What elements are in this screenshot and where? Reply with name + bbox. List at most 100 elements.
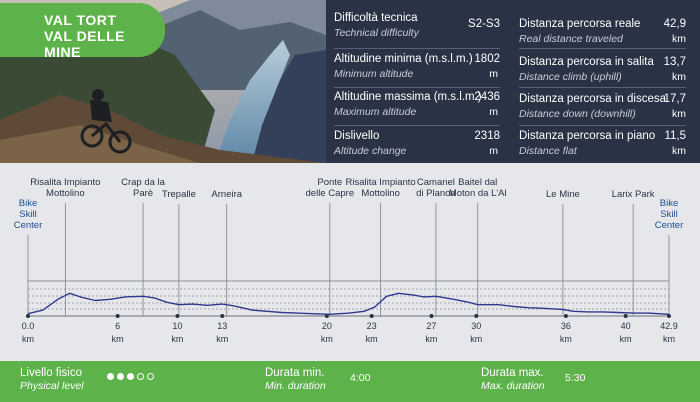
stat-sub: Distance down (downhill) (519, 108, 636, 120)
stat-sub: Technical difficulty (334, 27, 419, 39)
poi-label: Arneira (211, 189, 243, 200)
physical-level-sub: Physical level (20, 380, 84, 392)
stat-sub: Minimum altitude (334, 68, 414, 80)
stat-unit: km (672, 71, 686, 83)
divider (519, 48, 686, 49)
km-tick-dot (175, 314, 180, 318)
km-tick-dot (667, 314, 671, 318)
stat-sub: Distance flat (519, 145, 577, 157)
km-tick-value: 30 (471, 321, 482, 331)
stat-real-distance: Distanza percorsa reale Real distance tr… (519, 18, 686, 56)
km-tick-value: 0.0 (21, 321, 35, 331)
divider (334, 125, 500, 126)
km-tick-value: 6 (115, 321, 121, 331)
route-title-line2: VAL DELLE MINE (44, 28, 125, 60)
min-duration-sub: Min. duration (265, 380, 326, 392)
poi-label: Baitel dal Moton da L'Al (448, 177, 507, 199)
stat-label: Dislivello (334, 130, 380, 142)
poi-label: Bike Skill Center (13, 198, 43, 231)
physical-level-label: Livello fisico (20, 367, 82, 379)
km-tick-dot (474, 314, 479, 318)
km-tick-label: 20 km (321, 321, 333, 344)
poi-label: Le Mine (546, 189, 580, 200)
km-tick-value: 13 (217, 321, 228, 331)
km-tick-value: 36 (560, 321, 571, 331)
stat-sub: Real distance traveled (519, 33, 623, 45)
stat-value: 2436 (474, 91, 500, 103)
km-tick-label: 23 km (366, 321, 378, 344)
stat-uphill: Distanza percorsa in salita Distance cli… (519, 56, 686, 94)
km-tick-value: 20 (321, 321, 332, 331)
stat-unit: m (489, 68, 498, 80)
stat-label: Altitudine massima (m.s.l.m.) (334, 91, 482, 103)
km-tick-label: 27 km (425, 321, 437, 344)
max-duration-label: Durata max. (481, 367, 544, 379)
poi-label: Bike Skill Center (654, 198, 684, 231)
km-tick-dot (220, 314, 225, 318)
km-tick-label: 36 km (560, 321, 572, 344)
stat-value: 1802 (474, 53, 500, 65)
km-tick-label: 10 km (171, 321, 183, 344)
stat-value: S2-S3 (468, 18, 500, 30)
stats-panel: Difficoltà tecnica Technical difficulty … (326, 0, 700, 163)
stat-label: Distanza percorsa in salita (519, 56, 654, 68)
km-tick-dot (369, 314, 374, 318)
stat-value: 42,9 (663, 18, 686, 30)
km-tick-label: 0.0 km (22, 321, 35, 344)
km-tick-unit: km (619, 334, 632, 344)
km-tick-value: 10 (172, 321, 183, 331)
km-tick-label: 42.9 km (660, 321, 678, 344)
km-tick-value: 42.9 (660, 321, 678, 331)
km-tick-unit: km (470, 334, 483, 344)
stat-label: Distanza percorsa reale (519, 18, 641, 30)
stat-label: Distanza percorsa in piano (519, 130, 656, 142)
stat-min-altitude: Altitudine minima (m.s.l.m.) Minimum alt… (334, 53, 500, 91)
km-tick-dot (26, 314, 30, 318)
km-tick-unit: km (365, 334, 378, 344)
poi-label: Crap da la Parè (121, 177, 165, 199)
stat-value: 17,7 (663, 93, 686, 105)
elevation-profile: Bike Skill Center Risalita Impianto Mottolin… (0, 163, 700, 361)
km-tick-label: 30 km (470, 321, 482, 344)
footer-bar: Livello fisico Physical level Durata min… (0, 361, 700, 402)
max-duration-value: 5:30 (565, 372, 586, 384)
km-tick-dot (115, 314, 120, 318)
max-duration-sub: Max. duration (481, 380, 545, 392)
poi-label: Larix Park (611, 189, 655, 200)
poi-label: Trepalle (161, 189, 196, 200)
stat-value: 13,7 (663, 56, 686, 68)
km-tick-dot (563, 314, 568, 318)
stat-max-altitude: Altitudine massima (m.s.l.m.) Maximum al… (334, 91, 500, 129)
km-tick-unit: km (425, 334, 438, 344)
km-tick-unit: km (559, 334, 572, 344)
km-tick-value: 23 (366, 321, 377, 331)
min-duration-value: 4:00 (350, 372, 371, 384)
elevation-line (27, 292, 670, 315)
route-title: VAL TORT VAL DELLE MINE (0, 3, 165, 60)
km-tick-unit: km (111, 334, 124, 344)
stat-unit: m (489, 145, 498, 157)
stat-unit: km (672, 145, 686, 157)
stat-sub: Altitude change (334, 145, 407, 157)
stat-value: 2318 (474, 130, 500, 142)
km-tick-label: 6 km (112, 321, 124, 344)
poi-label: Risalita Impianto Mottolino (345, 177, 416, 199)
km-tick-value: 27 (426, 321, 437, 331)
km-tick-unit: km (171, 334, 184, 344)
km-tick-dot (324, 314, 329, 318)
level-dot (117, 373, 124, 380)
km-tick-value: 40 (620, 321, 631, 331)
stat-unit: km (672, 33, 686, 45)
km-tick-dot (429, 314, 434, 318)
km-tick-unit: km (21, 334, 34, 344)
stat-unit: km (672, 108, 686, 120)
km-tick-unit: km (216, 334, 229, 344)
level-dot (137, 373, 144, 380)
km-tick-dot (623, 314, 628, 318)
stat-label: Altitudine minima (m.s.l.m.) (334, 53, 473, 65)
divider (519, 125, 686, 126)
stat-value: 11,5 (664, 130, 686, 142)
level-dot (107, 373, 114, 380)
divider (334, 48, 500, 49)
km-tick-label: 13 km (216, 321, 228, 344)
